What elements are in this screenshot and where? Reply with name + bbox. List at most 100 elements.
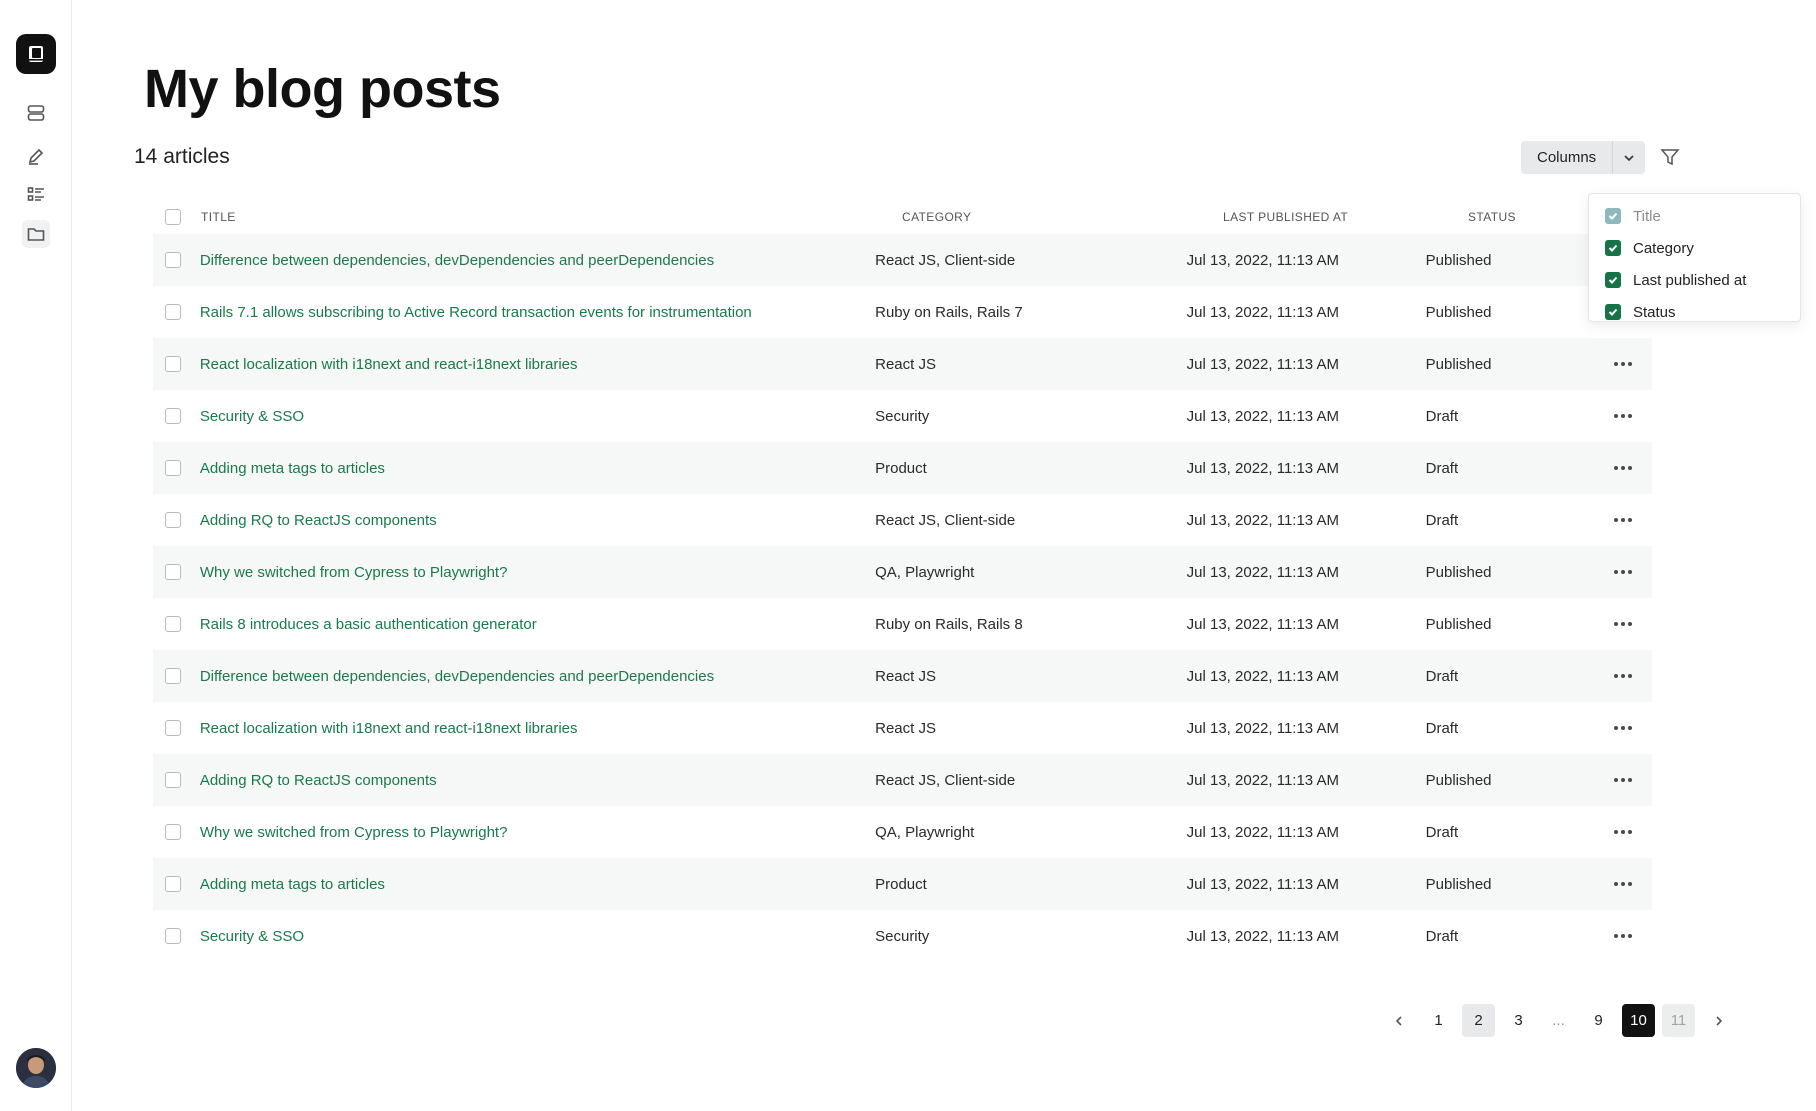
more-options-icon[interactable]	[1610, 824, 1636, 840]
column-option[interactable]: Last published at	[1589, 264, 1800, 296]
columns-button[interactable]: Columns	[1521, 141, 1613, 174]
column-header-title[interactable]: Title	[201, 210, 899, 224]
app-logo-icon[interactable]	[16, 34, 56, 74]
chevron-down-icon[interactable]	[1612, 141, 1646, 174]
column-option-label: Category	[1633, 239, 1694, 257]
more-options-icon[interactable]	[1610, 720, 1636, 736]
article-category: React JS, Client-side	[875, 251, 1016, 269]
row-checkbox[interactable]	[165, 824, 181, 840]
article-category: React JS	[875, 667, 936, 685]
table-row: Rails 7.1 allows subscribing to Active R…	[153, 286, 1652, 338]
table-row: Security & SSO Security Jul 13, 2022, 11:1…	[153, 910, 1652, 962]
row-checkbox[interactable]	[165, 564, 181, 580]
article-title-link[interactable]: React localization with i18next and reac…	[200, 720, 578, 737]
article-status: Draft	[1425, 823, 1459, 841]
checkbox-checked-icon[interactable]	[1605, 272, 1621, 288]
row-checkbox[interactable]	[165, 252, 181, 268]
page-2[interactable]: 2	[1462, 1004, 1495, 1037]
article-category: QA, Playwright	[875, 563, 975, 581]
database-icon[interactable]	[22, 99, 50, 127]
article-status: Draft	[1425, 719, 1459, 737]
more-options-icon[interactable]	[1610, 616, 1636, 632]
article-title-link[interactable]: Security & SSO	[200, 408, 304, 425]
checkbox-checked-icon[interactable]	[1605, 304, 1621, 320]
article-title-link[interactable]: Adding meta tags to articles	[200, 460, 385, 477]
row-checkbox[interactable]	[165, 928, 181, 944]
chevron-right-icon[interactable]	[1702, 1004, 1735, 1037]
page-9[interactable]: 9	[1582, 1004, 1615, 1037]
row-checkbox[interactable]	[165, 876, 181, 892]
column-option[interactable]: Category	[1589, 232, 1800, 264]
checkbox-checked-icon	[1605, 208, 1621, 224]
more-options-icon[interactable]	[1610, 408, 1636, 424]
row-checkbox[interactable]	[165, 512, 181, 528]
article-category: Ruby on Rails, Rails 8	[875, 615, 1023, 633]
page-1[interactable]: 1	[1422, 1004, 1455, 1037]
column-option-label: Title	[1633, 207, 1661, 225]
page-3[interactable]: 3	[1502, 1004, 1535, 1037]
checkbox-checked-icon[interactable]	[1605, 240, 1621, 256]
more-options-icon[interactable]	[1610, 876, 1636, 892]
table-body: Difference between dependencies, devDepe…	[153, 234, 1652, 962]
row-checkbox[interactable]	[165, 720, 181, 736]
row-checkbox[interactable]	[165, 408, 181, 424]
article-title-link[interactable]: Difference between dependencies, devDepe…	[200, 668, 714, 685]
article-status: Draft	[1425, 667, 1459, 685]
more-options-icon[interactable]	[1610, 564, 1636, 580]
article-date: Jul 13, 2022, 11:13 AM	[1186, 511, 1339, 529]
article-title-link[interactable]: Difference between dependencies, devDepe…	[200, 252, 714, 269]
filter-icon[interactable]	[1656, 143, 1684, 171]
article-date: Jul 13, 2022, 11:13 AM	[1186, 771, 1339, 789]
article-title-link[interactable]: Rails 8 introduces a basic authenticatio…	[200, 616, 537, 633]
table-row: Rails 8 introduces a basic authenticatio…	[153, 598, 1652, 650]
pencil-icon[interactable]	[22, 142, 50, 170]
article-date: Jul 13, 2022, 11:13 AM	[1186, 251, 1339, 269]
article-title-link[interactable]: Adding meta tags to articles	[200, 876, 385, 893]
article-title-link[interactable]: Security & SSO	[200, 928, 304, 945]
article-title-link[interactable]: Adding RQ to ReactJS components	[200, 512, 437, 529]
column-header-category[interactable]: Category	[899, 210, 1221, 224]
column-header-last-published[interactable]: Last published at	[1221, 210, 1468, 224]
article-category: Product	[875, 875, 927, 893]
article-title-link[interactable]: Adding RQ to ReactJS components	[200, 772, 437, 789]
article-category: Ruby on Rails, Rails 7	[875, 303, 1023, 321]
folder-icon[interactable]	[22, 220, 50, 248]
article-status: Published	[1425, 563, 1492, 581]
more-options-icon[interactable]	[1610, 512, 1636, 528]
article-date: Jul 13, 2022, 11:13 AM	[1186, 667, 1339, 685]
row-checkbox[interactable]	[165, 616, 181, 632]
article-date: Jul 13, 2022, 11:13 AM	[1186, 355, 1339, 373]
article-category: React JS, Client-side	[875, 511, 1016, 529]
article-status: Draft	[1425, 927, 1459, 945]
avatar[interactable]	[16, 1048, 56, 1088]
select-all-checkbox[interactable]	[165, 209, 181, 225]
chevron-left-icon[interactable]	[1382, 1004, 1415, 1037]
table-header: Title Category Last published at Status	[153, 200, 1652, 234]
article-status: Published	[1425, 875, 1492, 893]
article-title-link[interactable]: React localization with i18next and reac…	[200, 356, 578, 373]
more-options-icon[interactable]	[1610, 772, 1636, 788]
article-date: Jul 13, 2022, 11:13 AM	[1186, 927, 1339, 945]
row-checkbox[interactable]	[165, 772, 181, 788]
table-row: Adding RQ to ReactJS components React JS,…	[153, 494, 1652, 546]
more-options-icon[interactable]	[1610, 356, 1636, 372]
more-options-icon[interactable]	[1610, 928, 1636, 944]
table-row: Adding RQ to ReactJS components React JS,…	[153, 754, 1652, 806]
more-options-icon[interactable]	[1610, 668, 1636, 684]
page-10[interactable]: 10	[1622, 1004, 1655, 1037]
table-row: React localization with i18next and reac…	[153, 338, 1652, 390]
row-checkbox[interactable]	[165, 668, 181, 684]
row-checkbox[interactable]	[165, 304, 181, 320]
row-checkbox[interactable]	[165, 356, 181, 372]
column-option[interactable]: Status	[1589, 296, 1800, 328]
list-icon[interactable]	[22, 181, 50, 209]
article-title-link[interactable]: Why we switched from Cypress to Playwrig…	[200, 824, 508, 841]
table-row: Difference between dependencies, devDepe…	[153, 234, 1652, 286]
sidebar	[0, 0, 72, 1111]
row-checkbox[interactable]	[165, 460, 181, 476]
article-title-link[interactable]: Rails 7.1 allows subscribing to Active R…	[200, 304, 752, 321]
article-date: Jul 13, 2022, 11:13 AM	[1186, 563, 1339, 581]
article-title-link[interactable]: Why we switched from Cypress to Playwrig…	[200, 564, 508, 581]
more-options-icon[interactable]	[1610, 460, 1636, 476]
article-date: Jul 13, 2022, 11:13 AM	[1186, 823, 1339, 841]
